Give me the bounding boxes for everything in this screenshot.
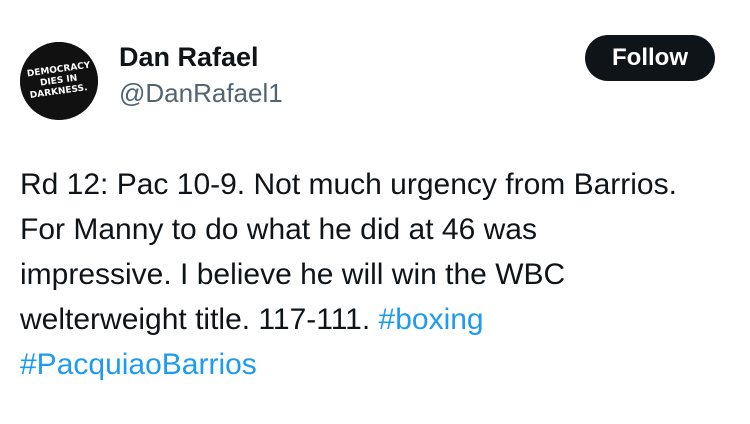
author-handle[interactable]: @DanRafael1 <box>119 77 283 109</box>
avatar-image: DEMOCRACY DIES IN DARKNESS. <box>20 42 98 120</box>
tweet-line: Rd 12: Pac 10-9. Not much urgency from B… <box>20 168 677 201</box>
hashtag-boxing-link[interactable]: #boxing <box>379 303 484 336</box>
tweet-line: impressive. I believe he will win the WB… <box>20 258 566 291</box>
tweet-card: DEMOCRACY DIES IN DARKNESS. Dan Rafael @… <box>0 0 750 424</box>
tweet-text: Rd 12: Pac 10-9. Not much urgency from B… <box>20 162 735 387</box>
avatar[interactable]: DEMOCRACY DIES IN DARKNESS. <box>20 42 98 120</box>
hashtag-pacquiaobarrios-link[interactable]: #PacquiaoBarrios <box>20 348 257 381</box>
follow-button[interactable]: Follow <box>585 35 715 81</box>
author-name[interactable]: Dan Rafael <box>119 40 259 74</box>
tweet-line: For Manny to do what he did at 46 was <box>20 213 537 246</box>
tweet-line: welterweight title. 117-111. <box>20 303 379 336</box>
